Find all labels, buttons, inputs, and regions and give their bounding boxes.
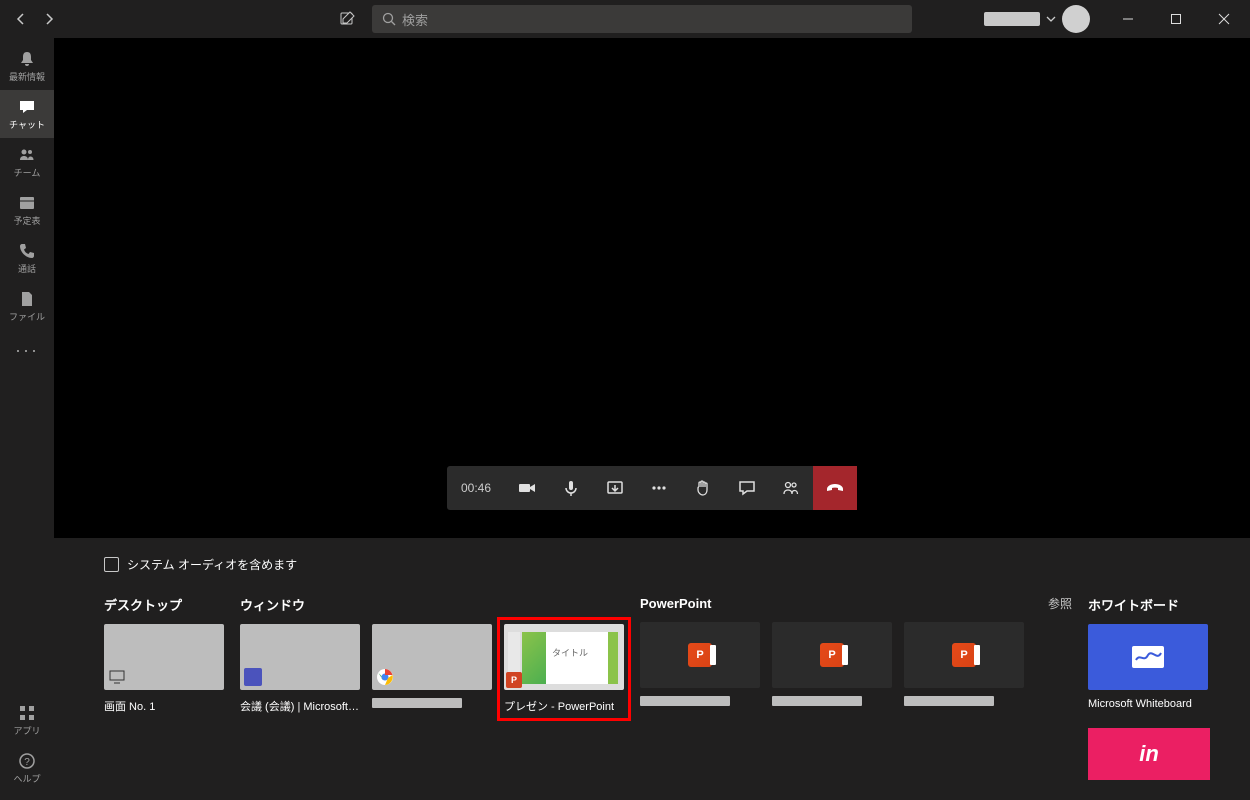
chrome-icon <box>376 668 394 686</box>
window-close-button[interactable] <box>1204 4 1244 34</box>
include-audio-row[interactable]: システム オーディオを含めます <box>104 556 1210 573</box>
camera-icon <box>517 478 537 498</box>
window-minimize-button[interactable] <box>1108 4 1148 34</box>
rail-apps[interactable]: アプリ <box>0 696 54 744</box>
browse-link[interactable]: 参照 <box>1048 595 1072 612</box>
rail-files[interactable]: ファイル <box>0 282 54 330</box>
powerpoint-icon: P <box>506 672 522 688</box>
meeting-toolbar: 00:46 <box>447 466 857 510</box>
share-ppt-file-2[interactable]: P <box>772 622 892 706</box>
svg-text:?: ? <box>24 757 30 768</box>
more-actions-button[interactable] <box>637 466 681 510</box>
user-menu[interactable] <box>984 5 1090 33</box>
share-ppt-file-3[interactable]: P <box>904 622 1024 706</box>
avatar <box>1062 5 1090 33</box>
help-icon: ? <box>18 752 36 770</box>
user-name <box>984 12 1040 26</box>
chat-icon <box>18 98 36 116</box>
search-input[interactable]: 検索 <box>372 5 912 33</box>
group-whiteboard: ホワイトボード Microsoft Whiteboard in <box>1088 595 1210 780</box>
include-audio-checkbox[interactable] <box>104 557 119 572</box>
people-icon <box>781 478 801 498</box>
share-window-chrome[interactable] <box>372 624 492 714</box>
nav-forward-button[interactable] <box>36 6 62 32</box>
phone-icon <box>18 242 36 260</box>
whiteboard-icon <box>1131 645 1165 669</box>
share-tray: システム オーディオを含めます デスクトップ 画面 No. 1 ウィンドウ <box>54 538 1250 800</box>
camera-toggle-button[interactable] <box>505 466 549 510</box>
window-header: ウィンドウ <box>240 595 305 614</box>
compose-button[interactable] <box>332 4 362 34</box>
rail-calls[interactable]: 通話 <box>0 234 54 282</box>
bell-icon <box>18 50 36 68</box>
share-icon <box>605 478 625 498</box>
more-icon <box>649 478 669 498</box>
hangup-button[interactable] <box>813 466 857 510</box>
rail-teams[interactable]: チーム <box>0 138 54 186</box>
search-icon <box>382 12 396 26</box>
mic-icon <box>561 478 581 498</box>
share-button[interactable] <box>593 466 637 510</box>
share-invision[interactable]: in <box>1088 728 1210 780</box>
rail-help[interactable]: ? ヘルプ <box>0 744 54 792</box>
hangup-icon <box>824 477 846 499</box>
participants-button[interactable] <box>769 466 813 510</box>
meeting-timer: 00:46 <box>447 466 505 510</box>
rail-activity[interactable]: 最新情報 <box>0 42 54 90</box>
include-audio-label: システム オーディオを含めます <box>127 556 297 573</box>
monitor-icon <box>108 668 126 686</box>
share-whiteboard[interactable]: Microsoft Whiteboard <box>1088 624 1208 710</box>
share-window-teams[interactable]: 会議 (会議) | Microsoft Te... <box>240 624 360 714</box>
rail-more[interactable]: ··· <box>0 330 54 370</box>
search-placeholder: 検索 <box>402 10 428 29</box>
chat-bubble-icon <box>737 478 757 498</box>
share-desktop-screen1[interactable]: 画面 No. 1 <box>104 624 224 714</box>
teams-icon <box>244 668 262 686</box>
group-powerpoint: PowerPoint 参照 P P P <box>640 595 1072 706</box>
left-rail: 最新情報 チャット チーム 予定表 通話 ファイル ··· アプリ ? ヘルプ <box>0 38 54 800</box>
group-desktop: デスクトップ 画面 No. 1 <box>104 595 224 714</box>
mic-toggle-button[interactable] <box>549 466 593 510</box>
meeting-stage: 00:46 <box>54 38 1250 538</box>
whiteboard-header: ホワイトボード <box>1088 595 1179 614</box>
titlebar: 検索 <box>0 0 1250 38</box>
powerpoint-file-icon: P <box>820 643 844 667</box>
powerpoint-file-icon: P <box>952 643 976 667</box>
file-icon <box>18 290 36 308</box>
window-maximize-button[interactable] <box>1156 4 1196 34</box>
raise-hand-button[interactable] <box>681 466 725 510</box>
powerpoint-header: PowerPoint <box>640 596 712 611</box>
hand-icon <box>693 478 713 498</box>
apps-icon <box>18 704 36 722</box>
nav-back-button[interactable] <box>8 6 34 32</box>
chat-panel-button[interactable] <box>725 466 769 510</box>
chevron-down-icon <box>1046 14 1056 24</box>
people-icon <box>18 146 36 164</box>
share-ppt-file-1[interactable]: P <box>640 622 760 706</box>
desktop-header: デスクトップ <box>104 595 182 614</box>
calendar-icon <box>18 194 36 212</box>
powerpoint-file-icon: P <box>688 643 712 667</box>
rail-chat[interactable]: チャット <box>0 90 54 138</box>
group-window: ウィンドウ 会議 (会議) | Microsoft Te... <box>240 595 624 714</box>
rail-calendar[interactable]: 予定表 <box>0 186 54 234</box>
share-window-powerpoint[interactable]: タイトル P プレゼン - PowerPoint <box>500 620 628 718</box>
